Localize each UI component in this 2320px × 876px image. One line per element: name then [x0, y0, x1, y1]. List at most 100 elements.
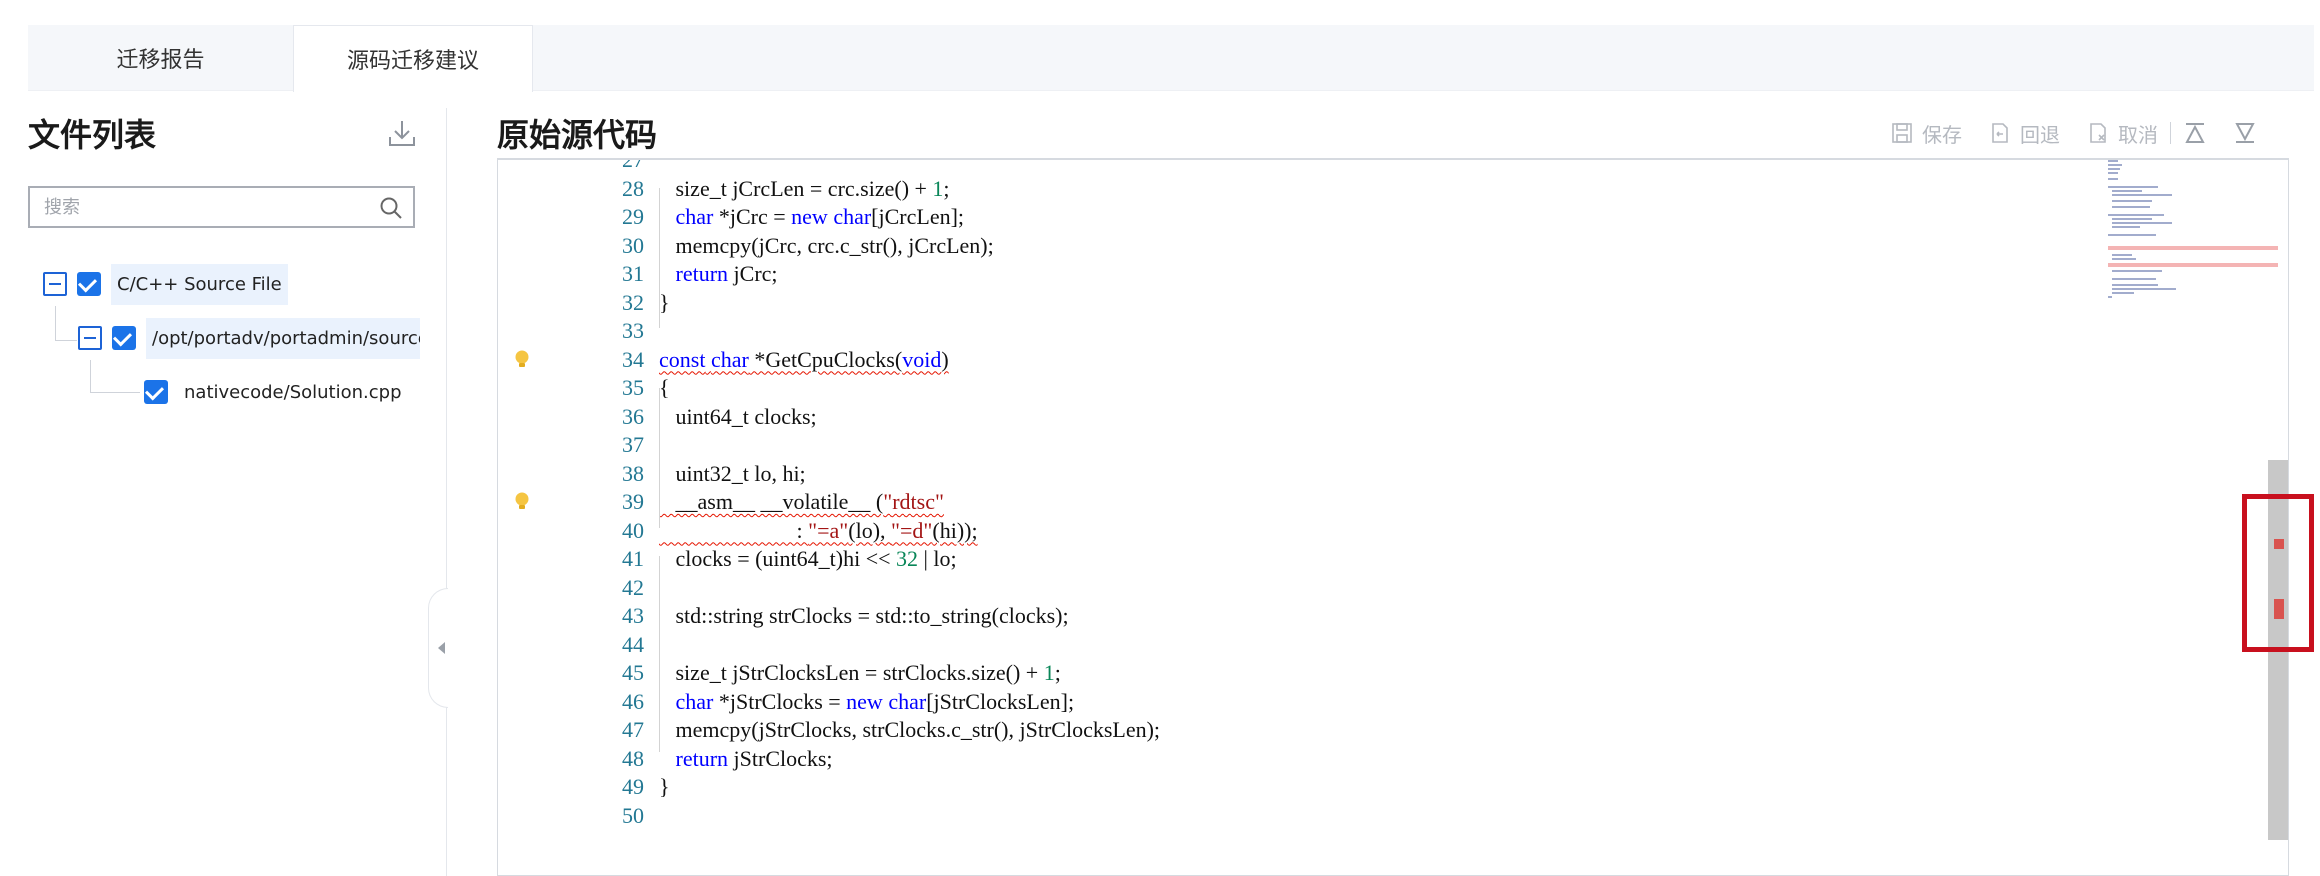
collapse-panel-handle[interactable] — [428, 588, 448, 708]
code-line[interactable]: 46 char *jStrClocks = new char[jStrClock… — [498, 688, 2258, 717]
code-line[interactable]: 32} — [498, 289, 2258, 318]
code-text: return jCrc; — [675, 261, 778, 286]
code-line[interactable]: 36 uint64_t clocks; — [498, 403, 2258, 432]
scroll-bottom-icon — [2235, 123, 2255, 143]
collapse-toggle-icon[interactable] — [43, 272, 67, 296]
toolbar-separator — [2170, 122, 2171, 144]
line-number: 31 — [622, 261, 644, 286]
tree-label-folder[interactable]: /opt/portadv/portadmin/sourcecod — [146, 317, 420, 359]
save-icon — [1892, 123, 1912, 143]
minimap[interactable] — [2108, 160, 2278, 310]
code-line[interactable]: 45 size_t jStrClocksLen = strClocks.size… — [498, 659, 2258, 688]
tree-label-root[interactable]: C/C++ Source File — [111, 263, 288, 305]
code-line[interactable]: 42 — [498, 574, 2258, 603]
search-icon[interactable] — [379, 196, 403, 220]
lightbulb-icon[interactable] — [514, 350, 530, 370]
line-number: 33 — [622, 318, 644, 343]
minimap-error-marker — [2108, 246, 2278, 250]
code-line[interactable]: 40 : "=a"(lo), "=d"(hi)); — [498, 517, 2258, 546]
line-number: 49 — [622, 774, 644, 799]
tree-connector — [90, 392, 140, 393]
revert-button[interactable]: 回退 — [1988, 119, 2060, 148]
search-input[interactable] — [30, 188, 360, 226]
line-number: 35 — [622, 375, 644, 400]
scroll-bottom-button[interactable] — [2233, 121, 2265, 145]
code-line[interactable]: 35 { — [498, 374, 2258, 403]
code-line[interactable]: 28 size_t jCrcLen = crc.size() + 1; — [498, 175, 2258, 204]
cancel-button[interactable]: 取消 — [2086, 119, 2158, 148]
line-number: 47 — [622, 717, 644, 742]
panel-divider — [446, 108, 447, 876]
code-line[interactable]: 31 return jCrc; — [498, 260, 2258, 289]
scroll-top-button[interactable] — [2183, 121, 2215, 145]
code-line[interactable]: 49} — [498, 773, 2258, 802]
code-text: uint64_t clocks; — [659, 403, 817, 429]
chevron-left-icon — [438, 642, 445, 654]
code-editor[interactable]: 27 28 size_t jCrcLen = crc.size() + 1; 29 … — [497, 158, 2289, 876]
code-text: } — [659, 289, 670, 315]
folder-checkbox[interactable] — [112, 326, 136, 350]
root-checkbox[interactable] — [77, 272, 101, 296]
line-number: 43 — [622, 603, 644, 628]
minimap-error-marker — [2108, 263, 2278, 267]
lightbulb-icon[interactable] — [514, 492, 530, 512]
code-line[interactable]: 41 clocks = (uint64_t)hi << 32 | lo; — [498, 545, 2258, 574]
indent-guide — [659, 556, 660, 752]
line-number: 41 — [622, 546, 644, 571]
code-line[interactable]: 39 __asm__ __volatile__ ("rdtsc" — [498, 488, 2258, 517]
line-number: 48 — [622, 745, 644, 771]
tree-connector — [55, 306, 56, 340]
line-number: 34 — [622, 346, 644, 372]
code-text: memcpy(jCrc, crc.c_str(), jCrcLen); — [659, 232, 994, 258]
search-box — [28, 186, 415, 228]
tree-label-file[interactable]: nativecode/Solution.cpp — [178, 372, 408, 413]
line-number: 46 — [622, 688, 644, 714]
tab-source-migration-advice[interactable]: 源码迁移建议 — [293, 25, 533, 92]
save-label: 保存 — [1922, 122, 1962, 147]
code-text: return jStrClocks; — [675, 745, 833, 771]
line-number: 39 — [622, 489, 644, 514]
code-line[interactable]: 47 memcpy(jStrClocks, strClocks.c_str(),… — [498, 716, 2258, 745]
collapse-toggle-icon[interactable] — [78, 326, 102, 350]
code-line[interactable]: 34 const char *GetCpuClocks(void) — [498, 346, 2258, 375]
line-number: 45 — [622, 660, 644, 685]
code-line[interactable]: 43 std::string strClocks = std::to_strin… — [498, 602, 2258, 631]
line-number: 44 — [622, 631, 644, 657]
code-text: std::string strClocks = std::to_string(c… — [659, 603, 1069, 628]
tab-migration-report[interactable]: 迁移报告 — [28, 25, 293, 91]
highlight-annotation-box — [2242, 494, 2314, 652]
save-button[interactable]: 保存 — [1890, 119, 1962, 148]
indent-guide — [659, 188, 660, 328]
revert-icon — [1992, 123, 2008, 143]
cancel-icon — [2090, 123, 2106, 143]
code-line[interactable]: 30 memcpy(jCrc, crc.c_str(), jCrcLen); — [498, 232, 2258, 261]
line-number: 37 — [622, 432, 644, 457]
indent-guide — [659, 388, 660, 528]
line-number: 32 — [622, 289, 644, 315]
code-line[interactable]: 37 — [498, 431, 2258, 460]
code-text: { — [659, 375, 670, 400]
code-line[interactable]: 29 char *jCrc = new char[jCrcLen]; — [498, 203, 2258, 232]
file-checkbox[interactable] — [144, 380, 168, 404]
line-number: 29 — [622, 204, 644, 229]
code-text: __asm__ __volatile__ ("rdtsc" — [659, 489, 944, 514]
tree-connector — [55, 340, 77, 341]
code-line[interactable]: 38 uint32_t lo, hi; — [498, 460, 2258, 489]
code-line[interactable]: 50 — [498, 802, 2258, 831]
scroll-top-icon — [2185, 123, 2205, 143]
revert-label: 回退 — [2020, 122, 2060, 147]
download-icon[interactable] — [385, 116, 419, 150]
editor-toolbar: 保存 回退 取消 — [1890, 118, 2265, 148]
code-line[interactable]: 33 — [498, 317, 2258, 346]
tab-bar: 迁移报告 源码迁移建议 — [28, 25, 2314, 92]
tree-connector — [90, 360, 91, 392]
code-text: : "=a"(lo), "=d"(hi)); — [659, 517, 978, 543]
cancel-label: 取消 — [2118, 122, 2158, 147]
code-line[interactable]: 44 — [498, 631, 2258, 660]
code-text: size_t jStrClocksLen = strClocks.size() … — [659, 660, 1061, 685]
code-line[interactable]: 48 return jStrClocks; — [498, 745, 2258, 774]
line-number: 50 — [622, 802, 644, 828]
code-text: char *jCrc = new char[jCrcLen]; — [675, 204, 965, 229]
code-line[interactable]: 27 — [498, 160, 2258, 175]
line-number: 28 — [622, 175, 644, 201]
